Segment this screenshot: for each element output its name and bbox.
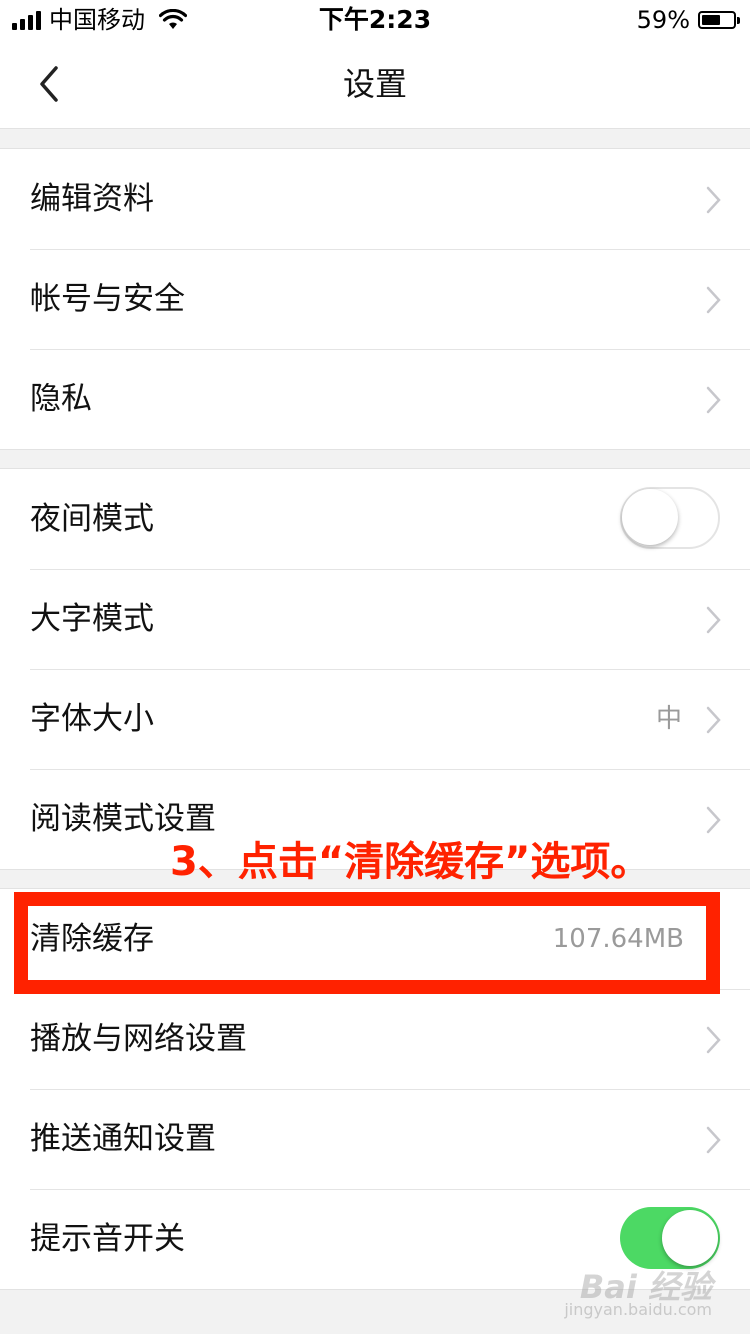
row-label: 字体大小 — [30, 701, 154, 737]
chevron-right-icon — [706, 806, 721, 834]
row-label: 帐号与安全 — [30, 281, 185, 317]
battery-percent: 59% — [636, 6, 690, 34]
status-right: 59% — [636, 6, 740, 34]
battery-icon — [698, 11, 740, 29]
chevron-right-icon — [706, 186, 721, 214]
status-bar: 中国移动 下午2:23 59% — [0, 0, 750, 40]
row-label: 编辑资料 — [30, 181, 154, 217]
chevron-right-icon — [706, 1126, 721, 1154]
settings-row-large-text[interactable]: 大字模式 — [0, 569, 750, 669]
settings-row-night-mode: 夜间模式 — [0, 469, 750, 569]
chevron-right-icon — [706, 286, 721, 314]
settings-row-font-size[interactable]: 字体大小 中 — [0, 669, 750, 769]
chevron-right-icon — [706, 1026, 721, 1054]
chevron-right-icon — [706, 706, 721, 734]
row-label: 推送通知设置 — [30, 1121, 216, 1157]
page-title: 设置 — [342, 65, 407, 103]
row-label: 提示音开关 — [30, 1221, 185, 1257]
watermark-url: jingyan.baidu.com — [564, 1300, 712, 1319]
settings-row-edit-profile[interactable]: 编辑资料 — [0, 149, 750, 249]
settings-group-display: 夜间模式 大字模式 字体大小 中 阅读模式设置 — [0, 468, 750, 870]
annotation-caption: 3、点击“清除缓存”选项。 — [170, 839, 651, 885]
settings-row-playback-network[interactable]: 播放与网络设置 — [0, 989, 750, 1089]
chevron-right-icon — [706, 606, 721, 634]
night-mode-toggle[interactable] — [620, 487, 720, 549]
row-label: 隐私 — [30, 381, 92, 417]
navigation-bar: 设置 — [0, 40, 750, 129]
annotation-highlight-box — [14, 892, 720, 994]
chevron-right-icon — [706, 386, 721, 414]
row-label: 播放与网络设置 — [30, 1021, 247, 1057]
settings-row-push-notifications[interactable]: 推送通知设置 — [0, 1089, 750, 1189]
font-size-value: 中 — [655, 704, 682, 734]
row-label: 夜间模式 — [30, 501, 154, 537]
settings-row-privacy[interactable]: 隐私 — [0, 349, 750, 449]
battery-fill — [702, 15, 720, 25]
settings-row-account-security[interactable]: 帐号与安全 — [0, 249, 750, 349]
settings-group-account: 编辑资料 帐号与安全 隐私 — [0, 148, 750, 450]
row-label: 大字模式 — [30, 601, 154, 637]
sound-toggle[interactable] — [620, 1207, 720, 1269]
